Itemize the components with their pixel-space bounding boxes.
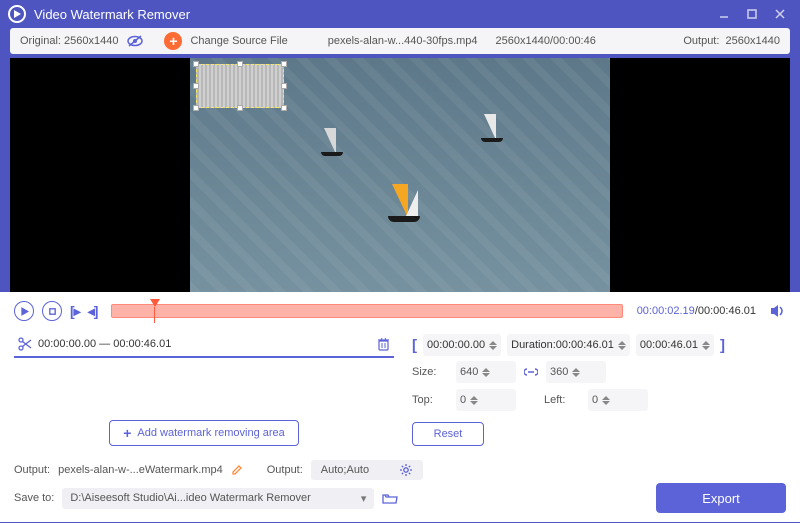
open-folder-icon[interactable] xyxy=(382,492,398,505)
app-logo-icon xyxy=(8,5,26,23)
output-size-label: Output: xyxy=(683,35,719,47)
scissors-icon[interactable] xyxy=(18,337,32,351)
add-watermark-area-button[interactable]: + Add watermark removing area xyxy=(109,420,299,446)
change-source-link[interactable]: Change Source File xyxy=(190,35,287,47)
delete-segment-icon[interactable] xyxy=(377,337,390,351)
segments-panel: 00:00:00.00 — 00:00:46.01 + Add watermar… xyxy=(14,332,394,446)
original-label: Original: xyxy=(20,35,61,47)
source-filename: pexels-alan-w...440-30fps.mp4 xyxy=(328,35,478,47)
set-end-bracket-button[interactable]: ◂] xyxy=(88,303,98,320)
properties-panel: [ 00:00:00.00 Duration:00:00:46.01 00:00… xyxy=(412,332,786,446)
output-settings-icon[interactable] xyxy=(399,463,413,477)
trim-end-input[interactable]: 00:00:46.01 xyxy=(636,334,714,356)
preview-area xyxy=(10,58,790,292)
play-button[interactable] xyxy=(14,301,34,321)
chevron-down-icon: ▾ xyxy=(361,492,367,505)
width-input[interactable]: 640 xyxy=(456,361,516,383)
playback-controls: [▸ ◂] 00:00:02.19/00:00:46.01 xyxy=(0,298,800,324)
boat-graphic xyxy=(324,128,336,154)
reset-button[interactable]: Reset xyxy=(412,422,484,446)
trim-end-bracket[interactable]: ] xyxy=(720,337,725,354)
output-format-box[interactable]: Auto;Auto xyxy=(311,460,423,480)
left-input[interactable]: 0 xyxy=(588,389,648,411)
spinner-up[interactable] xyxy=(489,341,497,345)
video-frame[interactable] xyxy=(190,58,610,292)
left-label: Left: xyxy=(544,394,580,406)
infobar: Original: 2560x1440 + Change Source File… xyxy=(10,28,790,54)
output-filename: pexels-alan-w-...eWatermark.mp4 xyxy=(58,464,223,476)
output-file-label: Output: xyxy=(14,464,50,476)
save-path: D:\Aiseesoft Studio\Ai...ideo Watermark … xyxy=(70,492,310,504)
export-button[interactable]: Export xyxy=(656,483,786,513)
save-path-dropdown[interactable]: D:\Aiseesoft Studio\Ai...ideo Watermark … xyxy=(62,488,374,509)
top-label: Top: xyxy=(412,394,448,406)
height-input[interactable]: 360 xyxy=(546,361,606,383)
stop-button[interactable] xyxy=(42,301,62,321)
titlebar: Video Watermark Remover xyxy=(0,0,800,28)
source-resolution-duration: 2560x1440/00:00:46 xyxy=(496,35,596,47)
maximize-button[interactable] xyxy=(740,4,764,24)
add-area-label: Add watermark removing area xyxy=(137,427,284,439)
minimize-button[interactable] xyxy=(712,4,736,24)
timeline-track[interactable] xyxy=(111,304,622,318)
boat-graphic xyxy=(484,114,496,140)
segment-row[interactable]: 00:00:00.00 — 00:00:46.01 xyxy=(14,332,394,358)
set-start-bracket-button[interactable]: [▸ xyxy=(70,303,80,320)
top-input[interactable]: 0 xyxy=(456,389,516,411)
segment-range: 00:00:00.00 — 00:00:46.01 xyxy=(38,338,377,350)
preview-toggle-icon[interactable] xyxy=(126,34,144,48)
output-format-label: Output: xyxy=(267,464,303,476)
app-title: Video Watermark Remover xyxy=(34,7,190,22)
spinner-down[interactable] xyxy=(489,346,497,350)
close-button[interactable] xyxy=(768,4,792,24)
boat-graphic xyxy=(392,184,408,218)
trim-duration-input[interactable]: Duration:00:00:46.01 xyxy=(507,334,630,356)
add-source-button[interactable]: + xyxy=(164,32,182,50)
original-size: 2560x1440 xyxy=(64,35,118,47)
volume-icon[interactable] xyxy=(770,304,786,318)
footer: Output: pexels-alan-w-...eWatermark.mp4 … xyxy=(0,450,800,522)
size-label: Size: xyxy=(412,366,448,378)
save-to-label: Save to: xyxy=(14,492,54,504)
edit-output-name-icon[interactable] xyxy=(231,464,243,476)
watermark-selection-box[interactable] xyxy=(196,64,284,108)
output-size: 2560x1440 xyxy=(726,35,780,47)
time-display: 00:00:02.19/00:00:46.01 xyxy=(637,305,756,317)
playhead[interactable] xyxy=(150,299,160,323)
link-aspect-icon[interactable] xyxy=(524,366,538,378)
trim-start-bracket[interactable]: [ xyxy=(412,337,417,354)
trim-start-input[interactable]: 00:00:00.00 xyxy=(423,334,501,356)
